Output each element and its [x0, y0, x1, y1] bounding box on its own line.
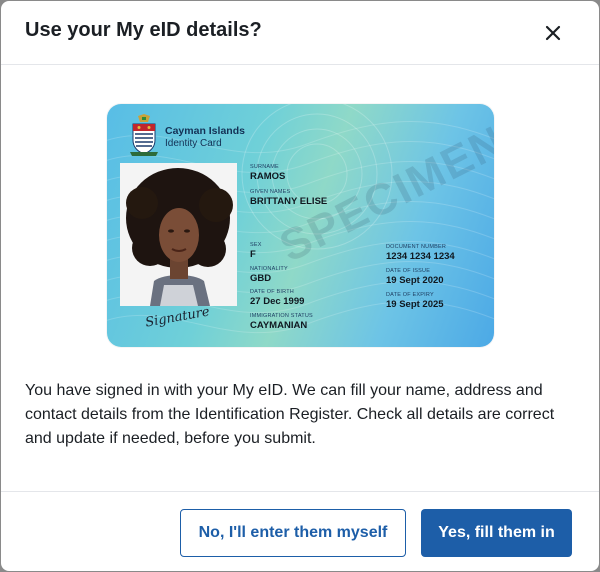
dialog-message: You have signed in with your My eID. We …	[25, 382, 555, 447]
dob-value: 27 Dec 1999	[250, 296, 305, 307]
sex-label: Sex	[250, 242, 262, 248]
doc-number-label: Document number	[386, 244, 447, 250]
dob-label: Date of birth	[250, 289, 294, 295]
close-button[interactable]	[539, 19, 567, 47]
issue-date-value: 19 Sept 2020	[386, 275, 444, 286]
nationality-value: GBD	[250, 273, 272, 284]
dialog-header: Use your My eID details?	[1, 1, 599, 65]
accept-autofill-button[interactable]: Yes, fill them in	[421, 509, 572, 557]
close-icon	[545, 25, 561, 41]
expiry-date-label: Date of expiry	[386, 292, 434, 298]
dialog-title: Use your My eID details?	[25, 19, 262, 41]
doc-number-value: 1234 1234 1234	[386, 251, 455, 262]
id-card-image: Cayman Islands Identity Card SPECIMEN Su…	[107, 104, 494, 347]
surname-label: Surname	[250, 164, 279, 170]
given-names-value: BRITTANY ELISE	[250, 196, 328, 207]
dialog-footer: No, I'll enter them myself Yes, fill the…	[1, 491, 599, 571]
immigration-value: CAYMANIAN	[250, 320, 308, 331]
portrait-image	[120, 163, 237, 306]
coat-of-arms-icon	[130, 114, 158, 156]
eid-details-dialog: Use your My eID details? Cayman Islands …	[1, 1, 599, 571]
decline-autofill-button[interactable]: No, I'll enter them myself	[180, 509, 406, 557]
nationality-label: Nationality	[250, 266, 288, 272]
sex-value: F	[250, 249, 256, 260]
issue-date-label: Date of issue	[386, 268, 431, 274]
card-issuer: Cayman Islands	[165, 125, 245, 137]
holder-photo	[120, 163, 237, 306]
card-issuer-subtitle: Identity Card	[165, 138, 222, 149]
immigration-label: Immigration status	[250, 313, 313, 319]
surname-value: RAMOS	[250, 171, 286, 182]
given-names-label: Given names	[250, 189, 291, 195]
expiry-date-value: 19 Sept 2025	[386, 299, 444, 310]
